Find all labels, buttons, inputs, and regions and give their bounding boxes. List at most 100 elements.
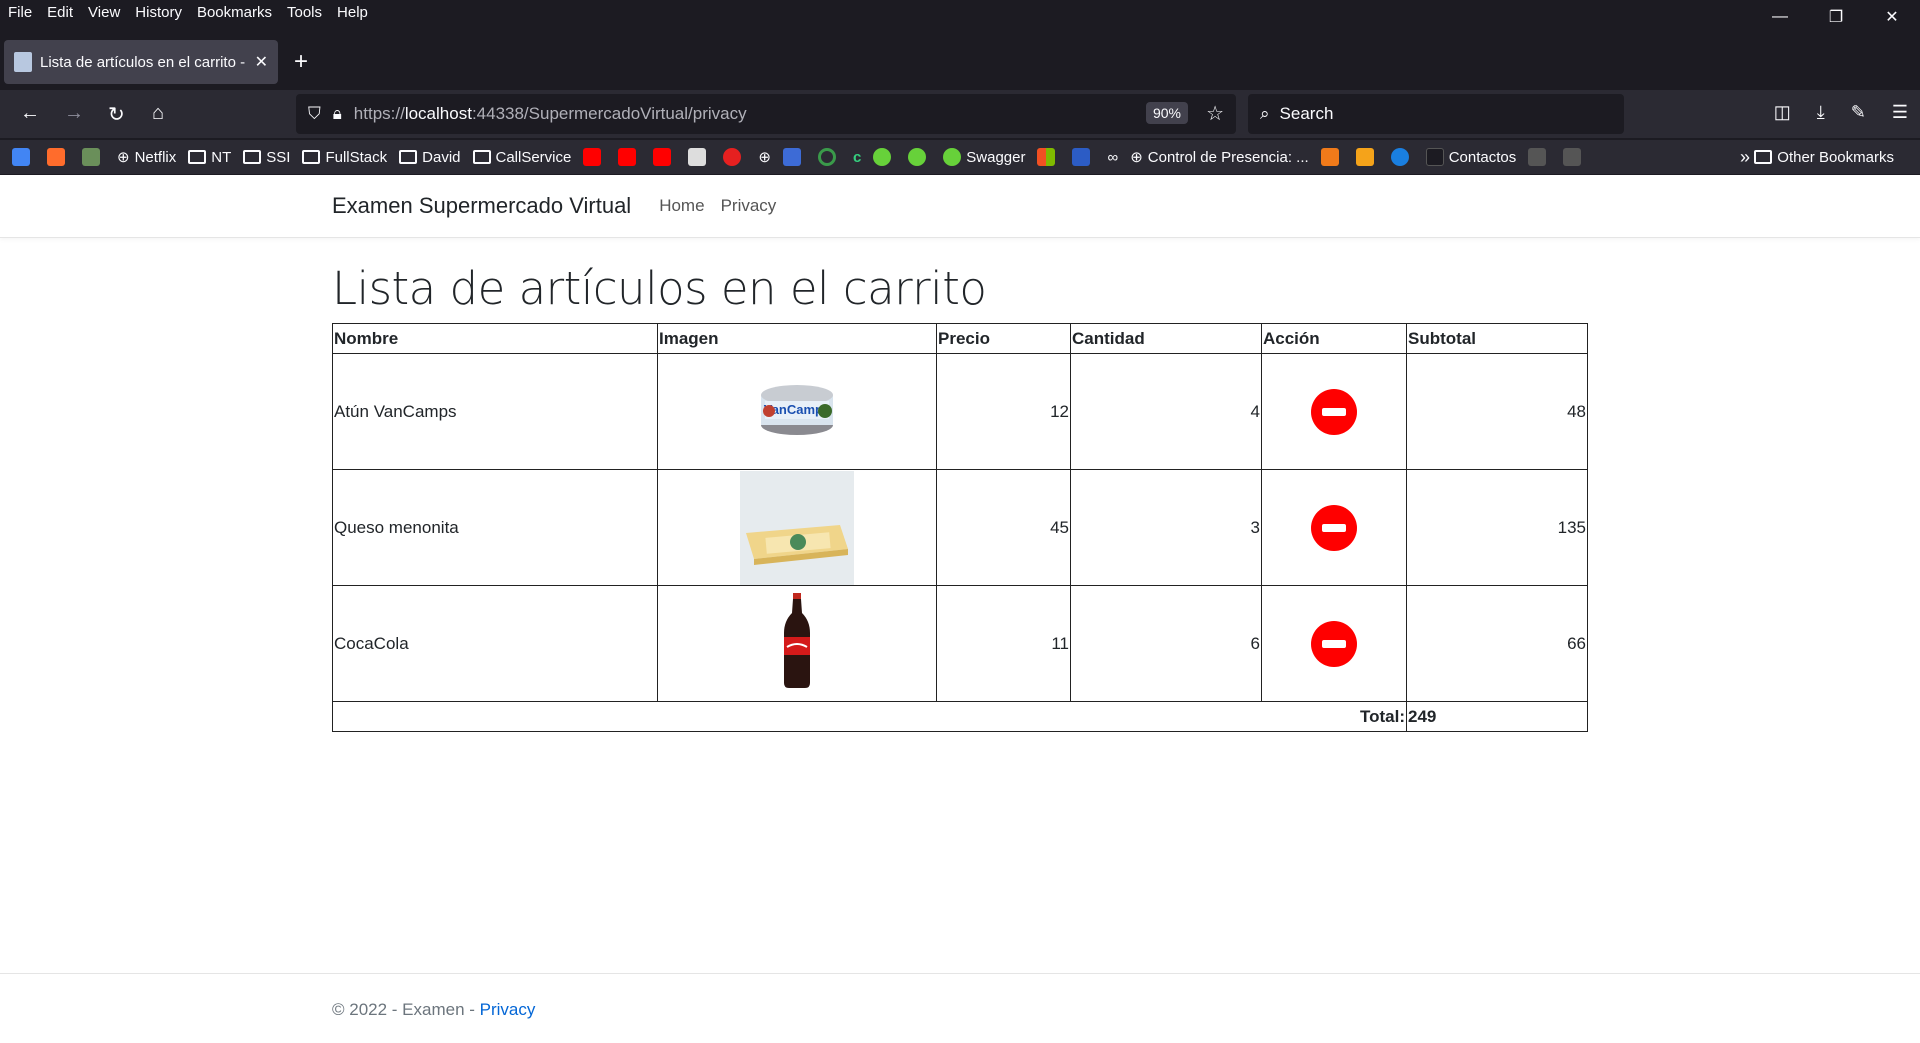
app-menu-icon[interactable]: ☰: [1892, 102, 1908, 123]
folder-icon: [188, 150, 207, 164]
bookmark-youtube-2[interactable]: [618, 148, 641, 166]
bookmark-globe[interactable]: ⊕: [758, 148, 771, 166]
url-bar[interactable]: ⛉ 🔒︎ https://localhost:44338/Supermercad…: [296, 94, 1236, 134]
bookmark-blue-play[interactable]: [1390, 148, 1414, 166]
bookmark-folder-callservice[interactable]: CallService: [472, 149, 571, 166]
zoom-level[interactable]: 90%: [1145, 102, 1188, 124]
nav-home[interactable]: Home: [659, 196, 704, 216]
total-value: 249: [1406, 701, 1588, 732]
menu-file[interactable]: File: [8, 4, 32, 21]
new-tab-icon[interactable]: +: [294, 48, 308, 76]
bookmark-star-icon[interactable]: ☆: [1206, 101, 1224, 126]
folder-icon: [243, 150, 262, 164]
bookmark-microsoft[interactable]: [1037, 148, 1060, 166]
bookmark-c-site[interactable]: c: [853, 149, 861, 166]
bookmark-link-icon[interactable]: ∞: [1107, 149, 1118, 166]
bookmark-clapper[interactable]: [688, 148, 711, 166]
bookmark-green-ring[interactable]: [817, 148, 841, 166]
cart-table: Nombre Imagen Precio Cantidad Acción Sub…: [332, 323, 1588, 732]
menu-help[interactable]: Help: [337, 4, 368, 21]
product-image-cell: [657, 469, 937, 586]
column-header: Subtotal: [1406, 323, 1588, 354]
remove-item-icon[interactable]: [1311, 504, 1357, 551]
table-row: Queso menonita 45 3 135: [332, 469, 1588, 586]
pocket-icon[interactable]: ◫: [1774, 102, 1791, 123]
bookmark-site-icon[interactable]: [82, 148, 105, 166]
bookmark-swagger[interactable]: Swagger: [943, 148, 1025, 166]
column-header: Acción: [1261, 323, 1407, 354]
toolbar-right-buttons: ◫ ⤓ ✎ ☰: [1774, 102, 1908, 123]
remove-item-icon[interactable]: [1311, 388, 1357, 435]
bookmark-blue-site[interactable]: [782, 148, 806, 166]
bookmark-youtube-1[interactable]: [583, 148, 606, 166]
bookmark-green-1[interactable]: [873, 148, 896, 166]
folder-icon: [302, 150, 321, 164]
bookmarks-toolbar: ⊕ Netflix NT SSI FullStack David CallServ…: [0, 140, 1920, 174]
action-cell: [1261, 353, 1407, 470]
lock-icon[interactable]: 🔒︎: [333, 104, 342, 124]
nav-privacy[interactable]: Privacy: [721, 196, 777, 216]
bookmark-youtube-3[interactable]: [653, 148, 676, 166]
folder-icon: [472, 150, 491, 164]
menu-tools[interactable]: Tools: [287, 4, 322, 21]
column-header: Cantidad: [1070, 323, 1262, 354]
bookmark-control-presencia[interactable]: ⊕ Control de Presencia: ...: [1130, 148, 1309, 167]
bookmark-folder-david[interactable]: David: [399, 149, 461, 166]
product-subtotal: 66: [1406, 585, 1588, 702]
bookmark-translate[interactable]: [12, 148, 35, 166]
url-host: localhost: [404, 104, 472, 123]
minimize-icon[interactable]: —: [1752, 0, 1808, 34]
table-header-row: Nombre Imagen Precio Cantidad Acción Sub…: [332, 323, 1588, 354]
search-input[interactable]: ⌕ Search: [1248, 94, 1624, 134]
bookmark-green-2[interactable]: [908, 148, 931, 166]
footer-text: © 2022 - Examen -: [332, 1000, 480, 1019]
bookmark-fx[interactable]: [1072, 148, 1095, 166]
bookmark-orange-1[interactable]: [1320, 148, 1344, 166]
tuna-can-image: VanCamps: [761, 385, 833, 435]
total-row: Total: 249: [332, 701, 1588, 732]
menu-bookmarks[interactable]: Bookmarks: [197, 4, 272, 21]
downloads-icon[interactable]: ⤓: [1817, 102, 1825, 123]
bookmark-red-site[interactable]: [723, 148, 746, 166]
site-brand[interactable]: Examen Supermercado Virtual: [332, 193, 631, 219]
bookmark-dark-1[interactable]: [1528, 148, 1551, 166]
search-icon: ⌕: [1260, 104, 1270, 123]
bookmark-folder-fullstack[interactable]: FullStack: [302, 149, 387, 166]
bookmark-folder-nt[interactable]: NT: [188, 149, 231, 166]
table-row: Atún VanCamps VanCamps 12 4 48: [332, 353, 1588, 470]
shield-icon[interactable]: ⛉: [308, 104, 321, 124]
active-tab[interactable]: Lista de artículos en el carrito - ✕: [4, 40, 278, 84]
action-cell: [1261, 469, 1407, 586]
close-tab-icon[interactable]: ✕: [255, 52, 268, 72]
extension-icon[interactable]: ✎: [1851, 102, 1866, 123]
site-footer: © 2022 - Examen - Privacy: [0, 973, 1920, 1043]
product-image-cell: [657, 585, 937, 702]
forward-icon[interactable]: →: [64, 102, 84, 125]
bookmark-folder-ssi[interactable]: SSI: [243, 149, 290, 166]
tab-title: Lista de artículos en el carrito -: [40, 53, 246, 71]
other-bookmarks-folder[interactable]: Other Bookmarks: [1754, 149, 1894, 166]
bookmarks-overflow-icon[interactable]: »: [1740, 147, 1750, 168]
footer-privacy-link[interactable]: Privacy: [480, 1000, 536, 1019]
reload-icon[interactable]: ↻: [108, 102, 125, 127]
product-name: Atún VanCamps: [332, 353, 658, 470]
bookmark-orange-2[interactable]: [1355, 148, 1379, 166]
bookmark-netflix[interactable]: ⊕ Netflix: [117, 148, 176, 167]
menu-history[interactable]: History: [135, 4, 182, 21]
bookmark-dark-2[interactable]: [1563, 148, 1586, 166]
product-quantity: 3: [1070, 469, 1262, 586]
menu-bar: File Edit View History Bookmarks Tools H…: [0, 0, 1920, 24]
menu-view[interactable]: View: [88, 4, 120, 21]
close-window-icon[interactable]: ✕: [1864, 0, 1920, 34]
product-subtotal: 48: [1406, 353, 1588, 470]
bookmark-cpanel[interactable]: [47, 148, 70, 166]
remove-item-icon[interactable]: [1311, 620, 1357, 667]
table-row: CocaCola 11 6 66: [332, 585, 1588, 702]
restore-icon[interactable]: ❐: [1808, 0, 1864, 34]
back-icon[interactable]: ←: [20, 102, 40, 125]
menu-edit[interactable]: Edit: [47, 4, 73, 21]
bookmark-contactos[interactable]: Contactos: [1425, 148, 1516, 166]
home-icon[interactable]: ⌂: [152, 102, 164, 125]
product-quantity: 4: [1070, 353, 1262, 470]
globe-icon: ⊕: [1130, 149, 1143, 166]
